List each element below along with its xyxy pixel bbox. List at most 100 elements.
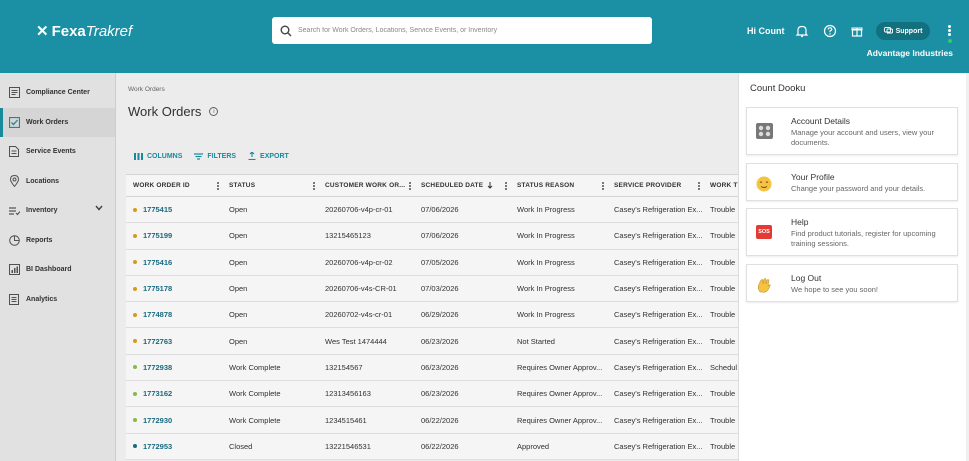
column-menu-icon[interactable] [698, 181, 700, 190]
cell-work-order-id: 1775199 [126, 223, 222, 248]
sidebar-item-reports[interactable]: Reports [0, 226, 115, 256]
filters-button[interactable]: FILTERS [194, 152, 236, 160]
work-order-link[interactable]: 1775416 [143, 258, 172, 267]
cell-provider: Casey's Refrigeration Ex... [614, 284, 703, 294]
card-description: We hope to see you soon! [791, 285, 879, 294]
account-details-card[interactable]: Account Details Manage your account and … [746, 107, 958, 155]
column-menu-icon[interactable] [217, 181, 219, 190]
export-label: EXPORT [260, 152, 289, 160]
pin-icon [8, 175, 20, 188]
column-header-label: SERVICE PROVIDER [614, 182, 682, 189]
support-button[interactable]: Support [876, 22, 930, 40]
cell-provider: Casey's Refrigeration Ex... [614, 257, 703, 267]
search-icon [280, 25, 292, 36]
info-icon[interactable]: i [209, 107, 219, 116]
account-grid-icon [755, 122, 773, 140]
cell-reason: Work In Progress [517, 231, 575, 241]
column-menu-icon[interactable] [505, 181, 507, 190]
search-bar[interactable] [272, 17, 652, 44]
more-menu-icon[interactable] [944, 24, 954, 43]
column-menu-icon[interactable] [313, 181, 315, 190]
cell-status: Work Complete [229, 415, 281, 425]
work-order-link[interactable]: 1772938 [143, 363, 172, 372]
cell-reason: Work In Progress [517, 310, 575, 320]
cell-cwo: 20260706-v4p-cr-01 [325, 205, 393, 215]
sort-down-icon[interactable] [487, 182, 493, 189]
checkbox-icon [8, 116, 20, 128]
account-menu-panel: Count Dooku Account Details Manage your … [738, 73, 969, 461]
cell-work-order-id: 1772938 [126, 355, 222, 380]
card-description: Manage your account and users, view your… [791, 128, 934, 147]
sos-icon: SOS [755, 223, 773, 241]
sidebar-item-label: Reports [26, 236, 53, 244]
work-order-link[interactable]: 1772930 [143, 416, 172, 425]
sidebar-item-label: Analytics [26, 295, 58, 303]
column-header-label: CUSTOMER WORK OR... [325, 182, 406, 189]
cell-date: 07/06/2026 [421, 205, 459, 215]
sidebar-item-label: Work Orders [26, 118, 69, 126]
log-out-card[interactable]: Log Out We hope to see you soon! [746, 264, 958, 302]
cell-reason: Requires Owner Approv... [517, 362, 603, 372]
columns-icon [134, 152, 143, 160]
bell-icon[interactable] [795, 24, 809, 38]
company-name[interactable]: Advantage Industries [867, 48, 953, 58]
cell-reason: Requires Owner Approv... [517, 415, 603, 425]
sidebar-item-compliance-center[interactable]: Compliance Center [0, 78, 115, 108]
column-header-label: SCHEDULED DATE [421, 182, 484, 189]
column-header-scheduled-date[interactable]: SCHEDULED DATE [414, 175, 510, 197]
sidebar-item-analytics[interactable]: Analytics [0, 285, 115, 315]
cell-date: 06/23/2026 [421, 362, 459, 372]
help-card[interactable]: SOS Help Find product tutorials, registe… [746, 208, 958, 256]
logo[interactable]: ✕ Fexa Trakref [36, 22, 132, 41]
cell-provider: Casey's Refrigeration Ex... [614, 415, 703, 425]
column-header-status[interactable]: STATUS [222, 175, 318, 197]
sidebar-item-locations[interactable]: Locations [0, 167, 115, 197]
cell-provider: Casey's Refrigeration Ex... [614, 336, 703, 346]
sidebar-item-work-orders[interactable]: Work Orders [0, 107, 115, 137]
cell-cwo: 20260706-v4p-cr-02 [325, 257, 393, 267]
sidebar: Compliance Center Work Orders Service Ev… [0, 73, 116, 461]
column-header-service-provider[interactable]: SERVICE PROVIDER [607, 175, 703, 197]
your-profile-card[interactable]: Your Profile Change your password and yo… [746, 163, 958, 201]
sidebar-item-service-events[interactable]: Service Events [0, 137, 115, 167]
work-order-link[interactable]: 1775199 [143, 231, 172, 240]
cell-cwo: 20260706-v4s-CR-01 [325, 284, 397, 294]
cell-reason: Requires Owner Approv... [517, 389, 603, 399]
logo-x-icon: ✕ [36, 23, 49, 40]
status-dot [133, 207, 137, 212]
sidebar-item-inventory[interactable]: Inventory [0, 196, 115, 226]
column-header-label: STATUS REASON [517, 182, 575, 189]
card-description: Change your password and your details. [791, 184, 926, 193]
column-header-customer-work-order[interactable]: CUSTOMER WORK OR... [318, 175, 414, 197]
gift-icon[interactable] [850, 24, 864, 38]
cell-date: 07/03/2026 [421, 284, 459, 294]
breadcrumb[interactable]: Work Orders [128, 86, 165, 93]
work-order-link[interactable]: 1772763 [143, 337, 172, 346]
cell-cwo: 12313456163 [325, 389, 371, 399]
columns-label: COLUMNS [147, 152, 183, 160]
pie-icon [8, 234, 20, 246]
column-header-status-reason[interactable]: STATUS REASON [510, 175, 607, 197]
cell-work-order-id: 1775415 [126, 197, 222, 222]
cell-cwo: 13215465123 [325, 231, 371, 241]
document-icon [8, 146, 20, 158]
sidebar-item-bi-dashboard[interactable]: BI Dashboard [0, 255, 115, 285]
cell-reason: Work In Progress [517, 257, 575, 267]
logo-text-part1: Fexa [51, 22, 86, 40]
column-menu-icon[interactable] [409, 181, 411, 190]
work-order-link[interactable]: 1773162 [143, 389, 172, 398]
search-input[interactable] [298, 27, 638, 34]
help-circle-icon[interactable] [823, 24, 837, 38]
work-order-link[interactable]: 1772953 [143, 442, 172, 451]
export-button[interactable]: EXPORT [248, 152, 289, 160]
card-title: Your Profile [791, 172, 835, 182]
online-status-dot [948, 39, 952, 43]
work-order-link[interactable]: 1774878 [143, 310, 172, 319]
work-order-link[interactable]: 1775415 [143, 205, 172, 214]
column-header-work-order-id[interactable]: WORK ORDER ID [126, 175, 222, 197]
chevron-down-icon[interactable] [95, 205, 103, 211]
column-menu-icon[interactable] [602, 181, 604, 190]
card-title: Account Details [791, 116, 851, 126]
work-order-link[interactable]: 1775178 [143, 284, 172, 293]
columns-button[interactable]: COLUMNS [134, 152, 182, 160]
